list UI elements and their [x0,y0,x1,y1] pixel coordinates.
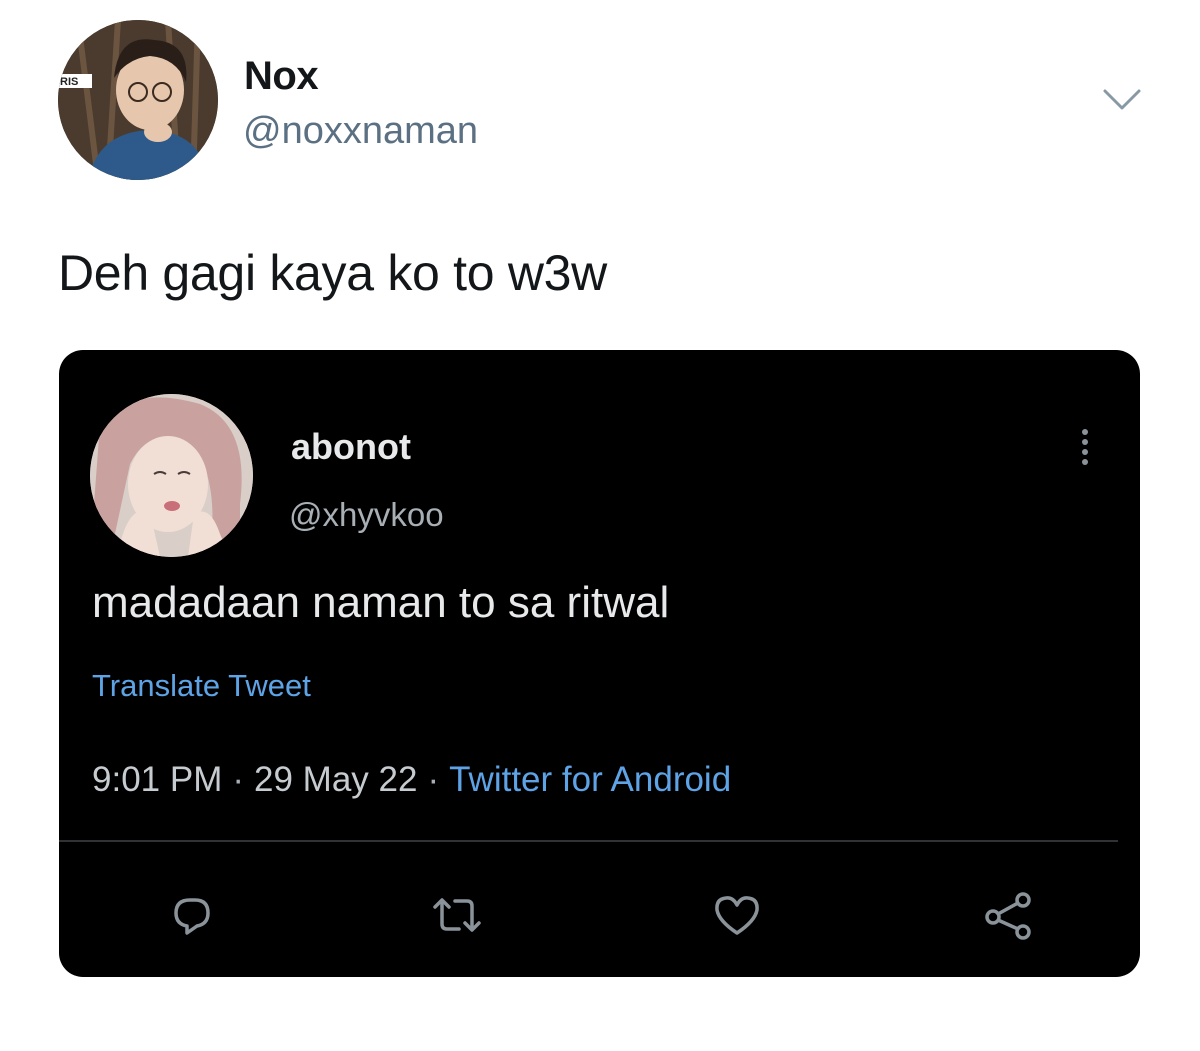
outer-avatar[interactable]: RIS [58,20,218,180]
embedded-tweet-card: abonot @xhyvkoo madadaan naman to sa rit… [59,350,1140,977]
share-icon[interactable] [979,885,1039,945]
embedded-avatar[interactable] [90,394,253,557]
embedded-avatar-image [90,394,253,557]
meta-separator: · [232,760,245,799]
translate-tweet-link[interactable]: Translate Tweet [92,668,311,704]
like-icon[interactable] [707,885,767,945]
embedded-display-name[interactable]: abonot [291,426,411,468]
outer-handle[interactable]: @noxxnaman [243,110,478,153]
tweet-date: 29 May 22 [254,760,418,799]
outer-display-name[interactable]: Nox [244,54,319,99]
divider [59,840,1118,842]
reply-icon[interactable] [162,885,222,945]
more-vertical-icon[interactable] [1075,426,1095,466]
retweet-icon[interactable] [427,885,487,945]
outer-avatar-image: RIS [58,20,218,180]
tweet-time: 9:01 PM [92,760,223,799]
embedded-tweet-text: madadaan naman to sa ritwal [92,578,670,627]
tweet-source-link[interactable]: Twitter for Android [449,760,731,799]
avatar-overlay-text: RIS [60,76,78,88]
outer-tweet-text: Deh gagi kaya ko to w3w [58,245,607,301]
meta-separator: · [427,760,440,799]
embedded-handle[interactable]: @xhyvkoo [289,496,444,534]
tweet-meta: 9:01 PM · 29 May 22 · Twitter for Android [92,760,731,800]
chevron-down-icon[interactable] [1102,86,1142,114]
